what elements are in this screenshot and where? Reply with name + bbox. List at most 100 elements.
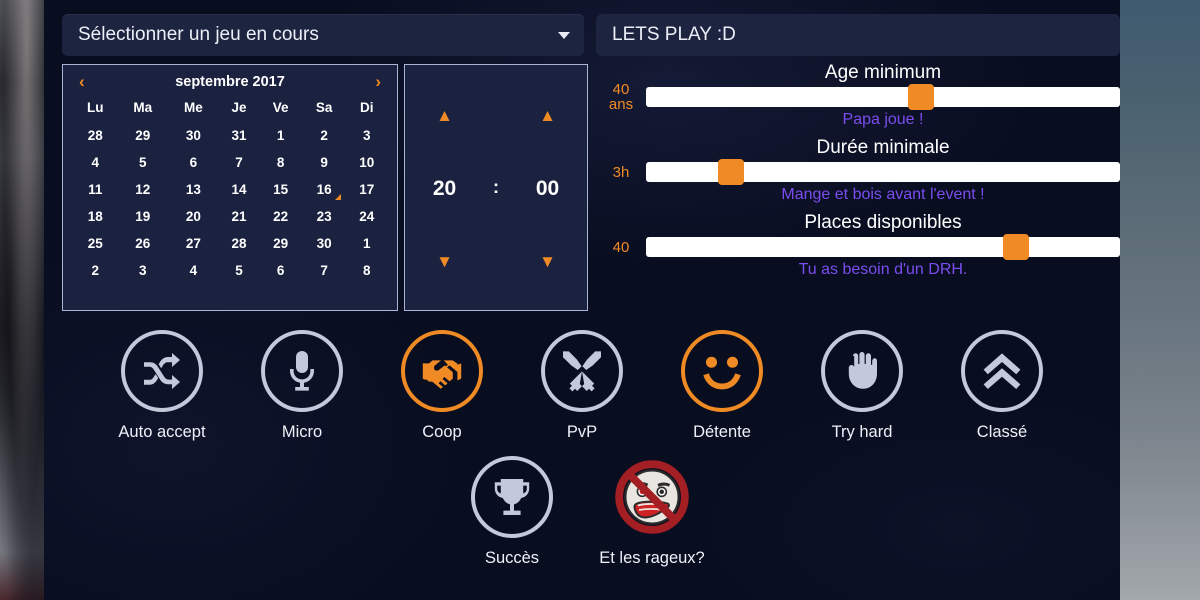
calendar-day-cell[interactable]: 5 bbox=[219, 257, 260, 284]
date-picker-calendar[interactable]: ‹ septembre 2017 › Lu Ma Me Je Ve Sa Di 28 29 30… bbox=[62, 64, 398, 311]
tag-option-no-rage-face[interactable]: Et les rageux? bbox=[582, 456, 722, 568]
calendar-day-cell[interactable]: 28 bbox=[73, 122, 118, 149]
calendar-week-row: 18 19 20 21 22 23 24 bbox=[73, 203, 387, 230]
calendar-day-cell[interactable]: 13 bbox=[168, 176, 219, 203]
handshake-icon[interactable] bbox=[401, 330, 483, 412]
hours-stepper[interactable]: ▲ 20 ▼ bbox=[405, 65, 484, 310]
session-title-bar[interactable]: LETS PLAY :D bbox=[596, 14, 1120, 56]
slider-track[interactable] bbox=[646, 234, 1120, 260]
background-right-artwork bbox=[1120, 0, 1200, 600]
calendar-header: ‹ septembre 2017 › bbox=[73, 71, 387, 96]
no-rage-face-icon[interactable] bbox=[611, 456, 693, 538]
calendar-day-cell[interactable]: 6 bbox=[168, 149, 219, 176]
tag-icon-row-secondary: Succès Et les rageux? bbox=[44, 456, 1120, 568]
calendar-day-cell[interactable]: 1 bbox=[259, 122, 302, 149]
calendar-day-cell[interactable]: 1 bbox=[346, 230, 387, 257]
calendar-month-title: septembre 2017 bbox=[175, 73, 285, 90]
calendar-next-month-icon[interactable]: › bbox=[375, 73, 381, 90]
tag-option-label: Try hard bbox=[831, 423, 893, 441]
calendar-day-cell[interactable]: 15 bbox=[259, 176, 302, 203]
calendar-day-cell[interactable]: 4 bbox=[168, 257, 219, 284]
calendar-week-row: 25 26 27 28 29 30 1 bbox=[73, 230, 387, 257]
calendar-day-cell[interactable]: 16 bbox=[302, 176, 347, 203]
calendar-day-cell[interactable]: 11 bbox=[73, 176, 118, 203]
calendar-day-cell[interactable]: 8 bbox=[346, 257, 387, 284]
tag-option-microphone[interactable]: Micro bbox=[232, 330, 372, 442]
double-chevron-up-icon[interactable] bbox=[961, 330, 1043, 412]
calendar-day-cell[interactable]: 27 bbox=[168, 230, 219, 257]
calendar-day-cell[interactable]: 26 bbox=[118, 230, 169, 257]
calendar-day-cell[interactable]: 21 bbox=[219, 203, 260, 230]
slider-handle[interactable] bbox=[718, 159, 745, 185]
calendar-day-cell[interactable]: 30 bbox=[302, 230, 347, 257]
calendar-day-cell[interactable]: 2 bbox=[73, 257, 118, 284]
game-select-label: Sélectionner un jeu en cours bbox=[78, 24, 319, 45]
calendar-day-cell[interactable]: 19 bbox=[118, 203, 169, 230]
smiley-icon[interactable] bbox=[681, 330, 763, 412]
calendar-day-cell[interactable]: 29 bbox=[259, 230, 302, 257]
calendar-weekday: Ve bbox=[272, 100, 289, 115]
chevron-down-icon[interactable] bbox=[558, 31, 570, 39]
calendar-day-cell[interactable]: 30 bbox=[168, 122, 219, 149]
calendar-weekday: Sa bbox=[315, 100, 333, 115]
calendar-day-cell[interactable]: 20 bbox=[168, 203, 219, 230]
calendar-day-cell[interactable]: 4 bbox=[73, 149, 118, 176]
hours-increment-icon[interactable]: ▲ bbox=[436, 107, 453, 124]
calendar-day-cell[interactable]: 9 bbox=[302, 149, 347, 176]
calendar-day-cell[interactable]: 25 bbox=[73, 230, 118, 257]
tag-option-label: Auto accept bbox=[118, 423, 206, 441]
calendar-day-cell[interactable]: 31 bbox=[219, 122, 260, 149]
minutes-stepper[interactable]: ▲ 00 ▼ bbox=[508, 65, 587, 310]
calendar-week-row: 11 12 13 14 15 16 17 bbox=[73, 176, 387, 203]
slider-hint: Mange et bois avant l'event ! bbox=[781, 186, 985, 203]
tag-option-trophy[interactable]: Succès bbox=[442, 456, 582, 568]
fist-icon[interactable] bbox=[821, 330, 903, 412]
calendar-day-cell[interactable]: 17 bbox=[346, 176, 387, 203]
calendar-day-cell[interactable]: 18 bbox=[73, 203, 118, 230]
calendar-day-cell[interactable]: 5 bbox=[118, 149, 169, 176]
tag-option-smiley[interactable]: Détente bbox=[652, 330, 792, 442]
slider-value: 3h bbox=[596, 165, 646, 180]
slider-track[interactable] bbox=[646, 159, 1120, 185]
calendar-day-cell[interactable]: 22 bbox=[259, 203, 302, 230]
calendar-day-cell[interactable]: 6 bbox=[259, 257, 302, 284]
calendar-day-cell[interactable]: 23 bbox=[302, 203, 347, 230]
tag-option-crossed-swords[interactable]: PvP bbox=[512, 330, 652, 442]
minutes-value: 00 bbox=[535, 176, 560, 200]
tag-option-double-chevron-up[interactable]: Classé bbox=[932, 330, 1072, 442]
minutes-increment-icon[interactable]: ▲ bbox=[539, 107, 556, 124]
slider-handle[interactable] bbox=[1002, 234, 1029, 260]
microphone-icon[interactable] bbox=[261, 330, 343, 412]
calendar-day-cell[interactable]: 3 bbox=[118, 257, 169, 284]
tag-option-fist[interactable]: Try hard bbox=[792, 330, 932, 442]
slider-value-primary: 3h bbox=[612, 163, 630, 181]
slider-handle[interactable] bbox=[907, 84, 934, 110]
slider-value: 40 ans bbox=[596, 82, 646, 112]
time-picker[interactable]: ▲ 20 ▼ : ▲ 00 ▼ bbox=[404, 64, 588, 311]
calendar-day-cell[interactable]: 29 bbox=[118, 122, 169, 149]
calendar-day-cell[interactable]: 7 bbox=[302, 257, 347, 284]
slider-track[interactable] bbox=[646, 84, 1120, 110]
calendar-day-cell[interactable]: 12 bbox=[118, 176, 169, 203]
crossed-swords-icon[interactable] bbox=[541, 330, 623, 412]
calendar-day-cell[interactable]: 14 bbox=[219, 176, 260, 203]
calendar-day-cell[interactable]: 7 bbox=[219, 149, 260, 176]
calendar-week-row: 4 5 6 7 8 9 10 bbox=[73, 149, 387, 176]
slider-block: Places disponibles 40 Tu as besoin d'un DR… bbox=[596, 212, 1120, 279]
trophy-icon[interactable] bbox=[471, 456, 553, 538]
calendar-day-cell[interactable]: 8 bbox=[259, 149, 302, 176]
tag-option-handshake[interactable]: Coop bbox=[372, 330, 512, 442]
calendar-day-cell[interactable]: 24 bbox=[346, 203, 387, 230]
game-select-dropdown[interactable]: Sélectionner un jeu en cours bbox=[62, 14, 584, 56]
calendar-day-cell[interactable]: 2 bbox=[302, 122, 347, 149]
calendar-day-cell[interactable]: 3 bbox=[346, 122, 387, 149]
slider-hint: Tu as besoin d'un DRH. bbox=[798, 261, 968, 278]
hours-decrement-icon[interactable]: ▼ bbox=[436, 253, 453, 270]
time-separator: : bbox=[493, 177, 499, 197]
calendar-day-cell[interactable]: 28 bbox=[219, 230, 260, 257]
tag-option-shuffle[interactable]: Auto accept bbox=[92, 330, 232, 442]
calendar-day-cell[interactable]: 10 bbox=[346, 149, 387, 176]
minutes-decrement-icon[interactable]: ▼ bbox=[539, 253, 556, 270]
shuffle-icon[interactable] bbox=[121, 330, 203, 412]
calendar-prev-month-icon[interactable]: ‹ bbox=[79, 73, 85, 90]
